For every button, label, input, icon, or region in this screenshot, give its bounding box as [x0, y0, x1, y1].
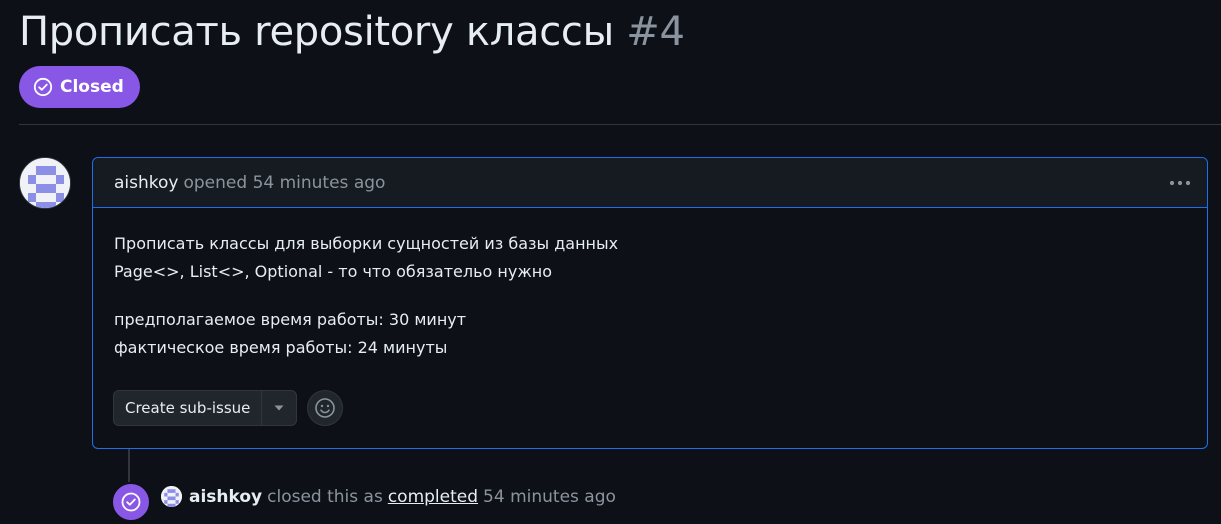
identicon-icon	[20, 158, 70, 208]
smiley-icon[interactable]	[307, 390, 344, 426]
avatar[interactable]	[19, 157, 71, 209]
comment-opened-text: opened 54 minutes ago	[183, 172, 386, 193]
comment-author-link[interactable]: aishkoy	[114, 173, 178, 193]
header-divider	[19, 124, 1221, 125]
check-circle-icon	[111, 482, 151, 522]
issue-title-text: Прописать repository классы	[19, 9, 614, 55]
event-author-link[interactable]: aishkoy	[189, 487, 262, 507]
create-subissue-button[interactable]: Create sub-issue	[114, 391, 263, 425]
event-time[interactable]: 54 minutes ago	[483, 487, 616, 507]
comment-line: Прописать классы для выборки сущностей и…	[114, 234, 619, 253]
kebab-horizontal-icon[interactable]	[1167, 170, 1193, 196]
comment-line: фактическое время работы: 24 минуты	[114, 338, 448, 357]
issue-state-badge: Closed	[19, 66, 140, 108]
issue-state-label: Closed	[60, 77, 124, 97]
comment-line: предполагаемое время работы: 30 минут	[114, 310, 467, 329]
identicon-icon	[161, 486, 182, 507]
triangle-down-icon[interactable]	[262, 391, 296, 425]
issue-number: #4	[626, 9, 685, 55]
comment-line: Page<>, List<>, Optional - то что обязат…	[114, 262, 552, 281]
check-circle-icon	[33, 77, 53, 97]
issue-title: Прописать repository классы #4	[19, 6, 685, 58]
comment-header: aishkoy opened 54 minutes ago	[93, 158, 1207, 208]
avatar[interactable]	[161, 486, 182, 507]
comment-paragraph: предполагаемое время работы: 30 минут фа…	[114, 306, 1186, 362]
event-completed-link[interactable]: completed	[388, 487, 478, 507]
issue-comment: aishkoy opened 54 minutes ago Прописать …	[92, 157, 1208, 449]
comment-actions: Create sub-issue	[113, 390, 344, 426]
comment-body: Прописать классы для выборки сущностей и…	[93, 208, 1207, 362]
timeline-close-event: aishkoy closed this as completed 54 minu…	[161, 486, 616, 507]
create-subissue-split-button: Create sub-issue	[113, 390, 298, 426]
comment-paragraph: Прописать классы для выборки сущностей и…	[114, 230, 1186, 286]
event-text: closed this as	[267, 486, 383, 507]
